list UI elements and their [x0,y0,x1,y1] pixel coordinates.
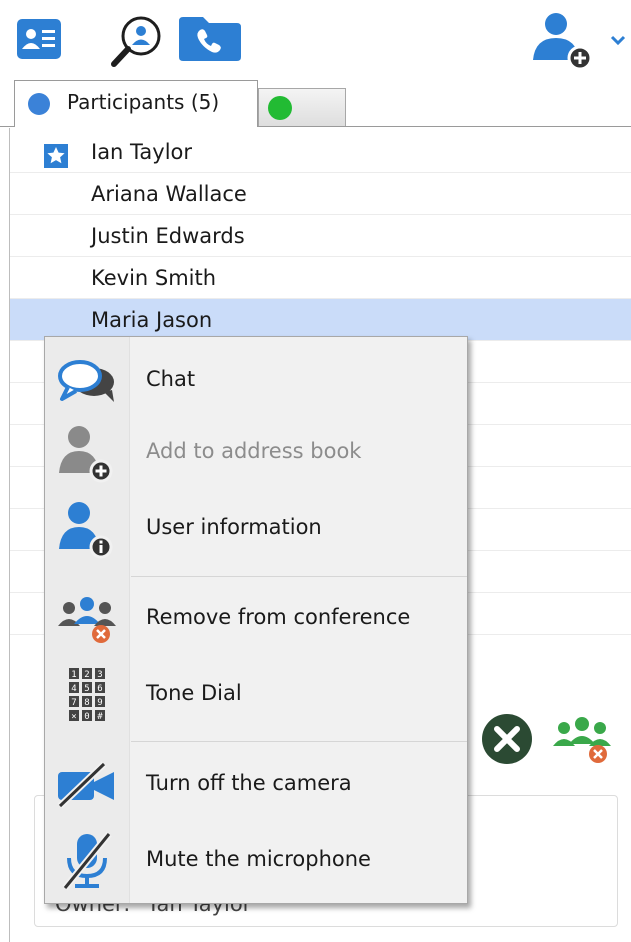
participant-name: Maria Jason [91,308,213,332]
remove-participants-icon [550,710,614,772]
remove-participants-button[interactable] [550,712,614,770]
menu-item-label: Chat [146,367,196,391]
list-item[interactable]: Ian Taylor [10,131,631,173]
remove-participant-icon [49,589,125,649]
svg-text:2: 2 [84,670,89,680]
svg-text:7: 7 [71,698,76,708]
search-contacts-icon [105,12,169,72]
svg-text:6: 6 [97,684,102,694]
contacts-icon [16,18,62,64]
participant-name: Ian Taylor [91,140,193,164]
add-user-dropdown[interactable] [608,30,628,50]
list-item-selected[interactable]: Maria Jason [10,299,631,341]
svg-text:×: × [71,712,76,722]
menu-item-label: Tone Dial [146,681,242,705]
menu-item-chat[interactable]: Chat [45,353,467,409]
close-circle-icon [478,712,536,770]
list-item[interactable]: Ariana Wallace [10,173,631,215]
tab-status[interactable] [258,88,346,126]
chat-icon [49,353,125,409]
menu-item-label: User information [146,515,322,539]
add-user-icon [528,8,602,76]
svg-text:1: 1 [71,670,76,680]
svg-text:4: 4 [71,684,76,694]
add-contact-icon [49,423,125,483]
menu-item-user-information[interactable]: User information [45,499,467,559]
menu-item-label: Remove from conference [146,605,411,629]
svg-text:9: 9 [97,698,102,708]
search-contacts-button[interactable] [105,14,169,70]
menu-item-label: Mute the microphone [146,847,371,871]
context-menu: Chat Add to address book User informatio [44,336,468,904]
menu-separator [131,576,467,577]
user-info-icon [49,499,125,559]
call-icon [177,13,243,67]
menu-item-label: Add to address book [146,439,362,463]
menu-item-label: Turn off the camera [146,771,352,795]
menu-item-tone-dial[interactable]: 123 456 789 × 0 # Tone Dial [45,663,467,727]
svg-text:#: # [97,712,103,722]
end-call-button[interactable] [476,714,538,768]
add-user-button[interactable] [528,10,602,74]
tab-participants[interactable]: Participants (5) [14,80,258,127]
call-button[interactable] [177,15,243,65]
participant-name: Ariana Wallace [91,182,247,206]
dialpad-icon: 123 456 789 × 0 # [49,663,125,727]
menu-item-turn-off-camera[interactable]: Turn off the camera [45,755,467,815]
participant-name: Justin Edwards [91,224,245,248]
contacts-button[interactable] [16,18,62,64]
svg-text:0: 0 [84,712,89,722]
menu-separator [131,741,467,742]
chevron-down-icon [610,31,626,50]
status-dot-green [268,96,292,120]
mic-off-icon [49,829,125,893]
menu-item-mute-microphone[interactable]: Mute the microphone [45,829,467,893]
tab-label: Participants (5) [67,90,220,114]
svg-text:8: 8 [84,698,89,708]
status-dot-blue [28,93,50,115]
menu-item-add-to-address-book[interactable]: Add to address book [45,423,467,483]
camera-off-icon [49,755,125,815]
svg-text:5: 5 [84,684,89,694]
participant-name: Kevin Smith [91,266,217,290]
list-item[interactable]: Kevin Smith [10,257,631,299]
svg-text:3: 3 [97,670,102,680]
list-item[interactable]: Justin Edwards [10,215,631,257]
menu-item-remove-from-conference[interactable]: Remove from conference [45,589,467,649]
